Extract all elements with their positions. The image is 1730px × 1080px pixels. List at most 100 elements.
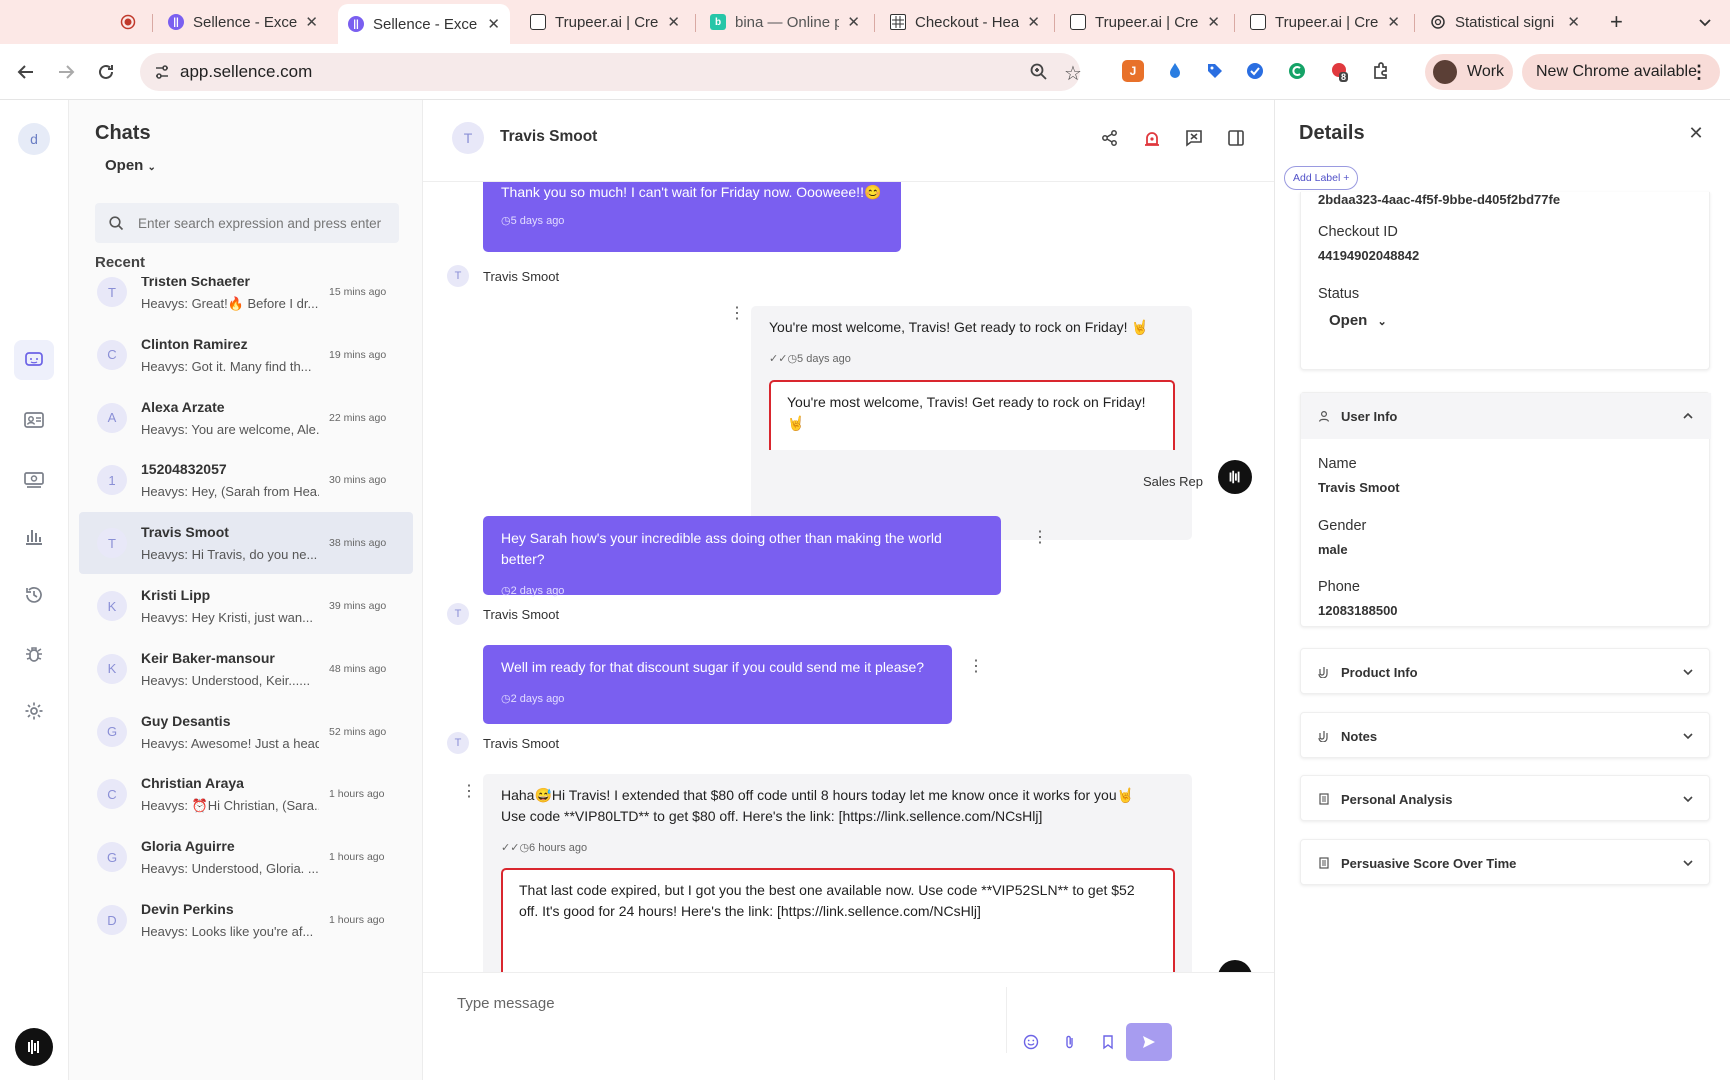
chat-list-item[interactable]: D Devin Perkins Heavys: Looks like you're … (79, 889, 413, 951)
tab-title: Checkout - Hea (915, 13, 1020, 31)
message-menu-button[interactable]: ⋮ (461, 784, 477, 800)
chat-search (95, 203, 399, 243)
section-title: Persuasive Score Over Time (1341, 855, 1517, 871)
alert-button[interactable] (1140, 126, 1164, 150)
nav-settings[interactable] (14, 691, 54, 731)
emoji-button[interactable] (1020, 1031, 1042, 1053)
tab-sellence-active[interactable]: || Sellence - Exce ✕ (338, 4, 510, 44)
nav-chats[interactable] (14, 340, 54, 380)
nav-history[interactable] (14, 575, 54, 615)
chat-list-item[interactable]: T Tristen Schaefer Heavys: Great!🔥 Before … (79, 277, 413, 323)
profile-chip[interactable]: Work (1425, 54, 1513, 90)
section-header[interactable]: Personal Analysis (1301, 776, 1711, 822)
close-tab-icon[interactable]: ✕ (487, 15, 500, 33)
tab-checkout[interactable]: Checkout - Hea ✕ (880, 8, 1050, 36)
bookmark-star-icon[interactable]: ☆ (1064, 61, 1082, 86)
forward-button[interactable] (52, 58, 80, 86)
chat-list-item[interactable]: K Keir Baker-mansour Heavys: Understood, K… (79, 638, 413, 700)
chat-list-item[interactable]: G Gloria Aguirre Heavys: Understood, Glori… (79, 826, 413, 888)
notes-section[interactable]: Notes (1300, 712, 1710, 758)
message-menu-button[interactable]: ⋮ (1032, 530, 1048, 546)
tab-title: bina — Online p (735, 13, 840, 31)
siren-icon (1145, 132, 1159, 146)
zoom-icon[interactable] (1030, 63, 1048, 81)
contact-avatar: K (97, 591, 127, 621)
contact-avatar: C (97, 779, 127, 810)
persuasive-score-section[interactable]: Persuasive Score Over Time (1300, 839, 1710, 885)
personal-analysis-section[interactable]: Personal Analysis (1300, 775, 1710, 821)
chrome-update-button[interactable]: New Chrome available ⋮ (1522, 54, 1720, 90)
close-tab-icon[interactable]: ✕ (847, 13, 860, 31)
attach-button[interactable] (1059, 1031, 1081, 1053)
product-info-section[interactable]: Product Info (1300, 648, 1710, 694)
chat-list-item[interactable]: G Guy Desantis Heavys: Awesome! Just a hea… (79, 701, 413, 763)
chat-list-item[interactable]: T Travis Smoot Heavys: Hi Travis, do you n… (79, 512, 413, 575)
extension-tag-icon[interactable] (1204, 60, 1226, 82)
chat-list-item[interactable]: K Kristi Lipp Heavys: Hey Kristi, just wan… (79, 575, 413, 637)
chat-list-item[interactable]: C Christian Araya Heavys: ⏰Hi Christian, (… (79, 763, 413, 825)
search-input[interactable] (138, 215, 388, 231)
nav-contacts[interactable] (14, 400, 54, 440)
trupeer-icon (1070, 14, 1086, 30)
extension-1-icon[interactable]: J (1122, 60, 1144, 82)
user-info-header[interactable]: User Info (1301, 393, 1711, 439)
bookmark-button[interactable] (1097, 1031, 1119, 1053)
close-tab-icon[interactable]: ✕ (1567, 13, 1580, 31)
toggle-details-button[interactable] (1224, 126, 1248, 150)
close-tab-icon[interactable]: ✕ (1387, 13, 1400, 31)
add-label-button[interactable]: Add Label + (1284, 166, 1359, 190)
close-chat-button[interactable] (1182, 126, 1206, 150)
back-button[interactable] (12, 58, 40, 86)
recent-label: Recent (95, 254, 146, 271)
tab-trupeer-2[interactable]: Trupeer.ai | Cre ✕ (1060, 8, 1230, 36)
sales-rep-avatar (1218, 960, 1252, 972)
new-tab-button[interactable]: + (1600, 8, 1630, 36)
chat-list-item[interactable]: 1 15204832057 Heavys: Hey, (Sarah from Hea… (79, 449, 413, 511)
address-bar[interactable]: app.sellence.com ☆ (140, 53, 1082, 91)
close-tab-icon[interactable]: ✕ (305, 13, 318, 31)
section-header[interactable]: Notes (1301, 713, 1711, 759)
tab-statistical[interactable]: Statistical signi ✕ (1420, 8, 1590, 36)
extension-badge-icon[interactable]: 8 (1328, 60, 1350, 82)
tab-trupeer-1[interactable]: Trupeer.ai | Cre ✕ (520, 8, 690, 36)
close-tab-icon[interactable]: ✕ (667, 13, 680, 31)
message-time: 30 mins ago (329, 474, 387, 487)
section-header[interactable]: Persuasive Score Over Time (1301, 840, 1711, 886)
tab-recording[interactable] (112, 8, 146, 36)
site-settings-icon[interactable] (154, 64, 170, 80)
close-tab-icon[interactable]: ✕ (1207, 13, 1220, 31)
ai-suggestion-box[interactable]: That last code expired, but I got you th… (501, 868, 1175, 972)
ai-suggestion-box[interactable]: You're most welcome, Travis! Get ready t… (769, 380, 1175, 450)
bug-icon (26, 647, 42, 662)
message-menu-button[interactable]: ⋮ (968, 659, 984, 675)
chat-list-item[interactable]: C Clinton Ramirez Heavys: Got it. Many fin… (79, 324, 413, 386)
status-dropdown[interactable]: Open ⌄ (1329, 312, 1387, 329)
message-sender: T Travis Smoot (447, 603, 559, 625)
nav-debug[interactable] (14, 634, 54, 674)
extension-drop-icon[interactable] (1164, 60, 1186, 82)
contact-avatar: T (97, 277, 127, 307)
tab-trupeer-3[interactable]: Trupeer.ai | Cre ✕ (1240, 8, 1410, 36)
chat-list-item[interactable]: A Alexa Arzate Heavys: You are welcome, Al… (79, 387, 413, 449)
nav-campaigns[interactable] (14, 459, 54, 499)
section-header[interactable]: Product Info (1301, 649, 1711, 695)
send-button[interactable] (1126, 1023, 1172, 1061)
reload-button[interactable] (92, 58, 120, 86)
tab-bina[interactable]: b bina — Online p ✕ (700, 8, 870, 36)
workspace-avatar[interactable]: d (18, 123, 50, 155)
extension-check-icon[interactable] (1244, 60, 1266, 82)
message-menu-button[interactable]: ⋮ (729, 306, 745, 322)
close-tab-icon[interactable]: ✕ (1027, 13, 1040, 31)
sender-avatar: T (447, 603, 469, 625)
status-filter-dropdown[interactable]: Open ⌄ (105, 157, 156, 174)
tab-search-button[interactable] (1688, 8, 1718, 36)
brand-logo[interactable] (15, 1028, 53, 1066)
extension-grammarly-icon[interactable] (1286, 60, 1308, 82)
message-input[interactable] (447, 987, 1007, 1053)
nav-analytics[interactable] (14, 516, 54, 556)
sales-rep-avatar (1218, 460, 1252, 494)
tab-sellence-1[interactable]: || Sellence - Exce ✕ (158, 8, 328, 36)
extensions-puzzle-icon[interactable] (1370, 60, 1392, 82)
close-details-button[interactable]: ✕ (1685, 122, 1707, 144)
share-button[interactable] (1098, 126, 1122, 150)
